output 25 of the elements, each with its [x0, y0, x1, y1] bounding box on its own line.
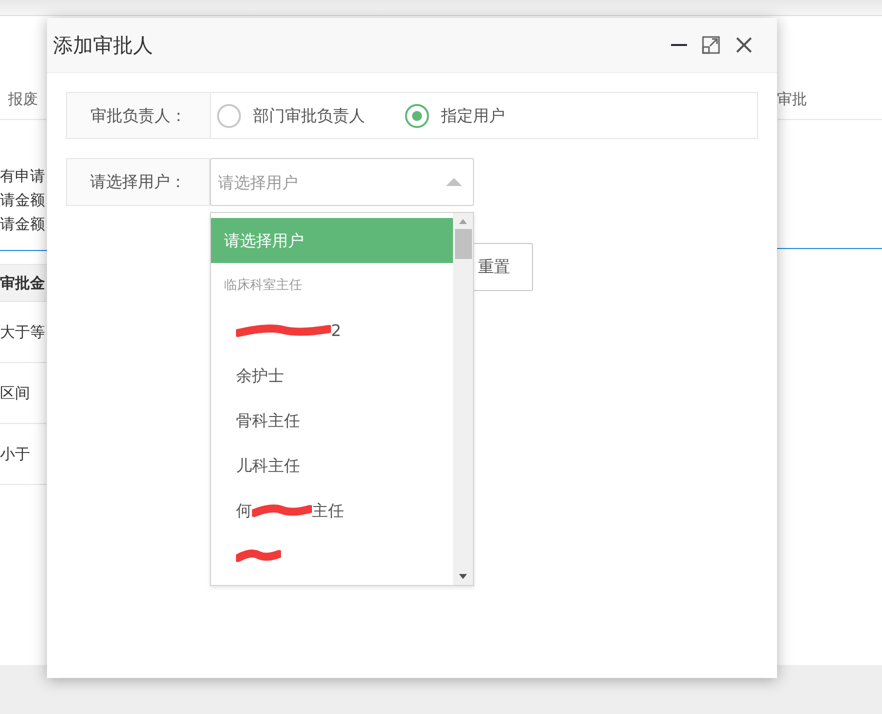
dropdown-option[interactable]: 何 主任: [211, 488, 453, 533]
form-label: 请金额: [0, 215, 45, 233]
dropdown-option[interactable]: 余护士: [211, 353, 453, 398]
dialog-title: 添加审批人: [53, 32, 154, 59]
table-cell-text: 小于: [0, 444, 30, 465]
table-cell-text: 大于等: [0, 322, 45, 343]
column-header: 审批金: [0, 272, 45, 294]
dropdown-option[interactable]: 儿科主任: [211, 443, 453, 488]
group-label: 临床科室主任: [224, 276, 302, 295]
form-label: 请金额: [0, 191, 45, 209]
select-field[interactable]: 请选择用户: [210, 158, 474, 206]
scroll-thumb[interactable]: [454, 229, 472, 259]
dropdown-option[interactable]: 2: [211, 308, 453, 353]
maximize-icon[interactable]: [701, 35, 721, 55]
radio-option[interactable]: 指定用户: [405, 104, 505, 128]
close-icon[interactable]: [735, 36, 753, 54]
field-label: 请选择用户：: [90, 171, 186, 193]
form-label: 有申请: [0, 167, 45, 185]
radio-option[interactable]: 部门审批负责人: [217, 104, 365, 128]
dropdown-option[interactable]: 骨科主任: [211, 398, 453, 443]
tab-label[interactable]: 审批: [777, 88, 807, 111]
tab-label[interactable]: 报废: [0, 88, 38, 111]
scrollbar[interactable]: [453, 213, 473, 585]
field-label: 审批负责人：: [90, 104, 186, 126]
table-cell-text: 区间: [0, 382, 30, 404]
